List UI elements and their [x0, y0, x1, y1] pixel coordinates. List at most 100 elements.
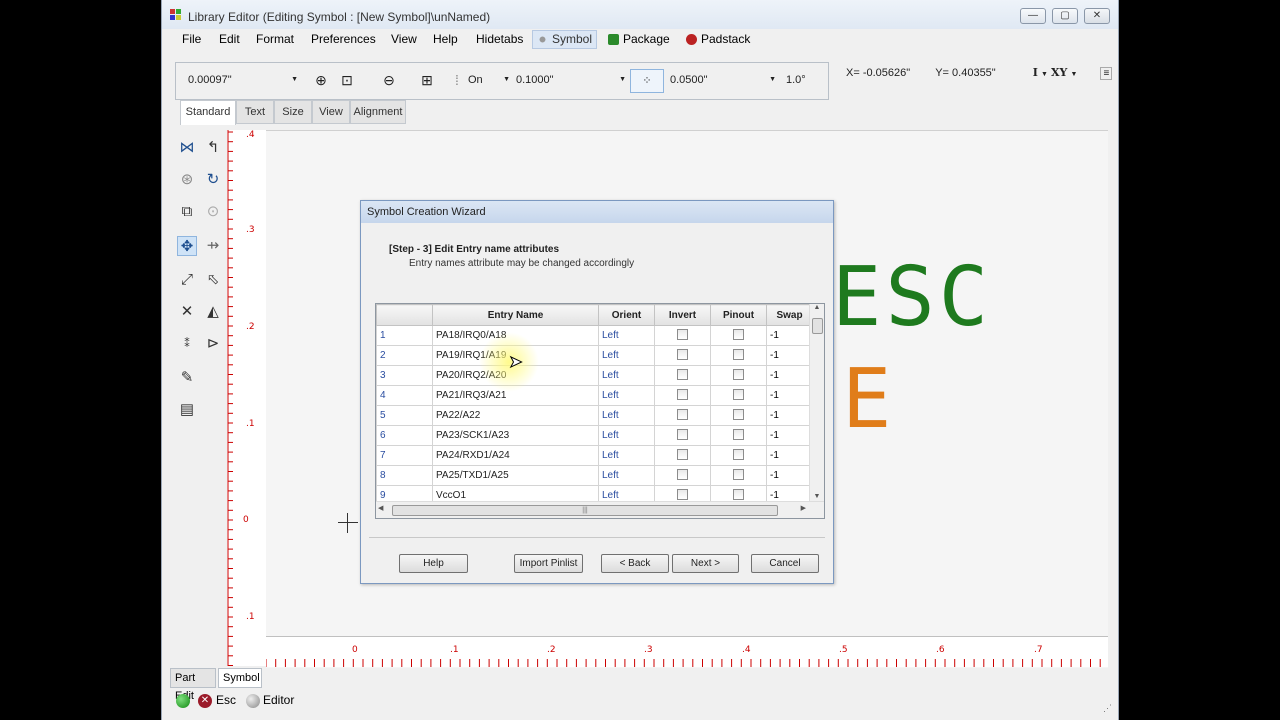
undo-icon[interactable]: ↰ — [203, 138, 223, 158]
pinout-checkbox[interactable] — [733, 348, 744, 360]
ok-icon[interactable] — [176, 694, 190, 708]
copy-area-icon[interactable]: ⊛ — [177, 170, 197, 190]
zoom-in-icon[interactable]: ⊕ — [312, 71, 330, 89]
invert-checkbox[interactable] — [677, 448, 688, 460]
delete-icon[interactable]: ✕ — [177, 302, 197, 322]
tab-size[interactable]: Size — [274, 100, 312, 124]
horizontal-scroll-thumb[interactable]: ||| — [392, 505, 778, 516]
table-row[interactable]: 7 PA24/RXD1/A24 Left -1 — [376, 445, 813, 466]
invert-checkbox[interactable] — [677, 408, 688, 420]
orient-cell[interactable]: Left — [598, 465, 655, 486]
angle-combo[interactable]: 1.0° — [786, 71, 822, 89]
help-button[interactable]: Help — [399, 554, 468, 573]
menu-package[interactable]: Package — [608, 32, 670, 46]
grid-value-combo[interactable]: 0.00097" ▼ — [188, 71, 298, 89]
measure-icon[interactable]: ⇸ — [203, 236, 223, 256]
zoom-out-icon[interactable]: ⊖ — [380, 71, 398, 89]
grid-toggle-icon[interactable]: ⁘ — [630, 69, 664, 93]
table-row[interactable]: 3 PA20/IRQ2/A20 Left -1 — [376, 365, 813, 386]
table-row[interactable]: 4 PA21/IRQ3/A21 Left -1 — [376, 385, 813, 406]
swap-cell[interactable]: -1 — [766, 345, 813, 366]
swap-cell[interactable]: -1 — [766, 385, 813, 406]
col-invert[interactable]: Invert — [654, 304, 711, 326]
maximize-button[interactable]: ▢ — [1052, 8, 1078, 24]
menu-format[interactable]: Format — [256, 32, 294, 46]
menu-file[interactable]: File — [182, 32, 201, 46]
table-row[interactable]: 8 PA25/TXD1/A25 Left -1 — [376, 465, 813, 486]
coord-mode1[interactable]: I — [1033, 66, 1038, 79]
esc-label[interactable]: Esc — [216, 693, 236, 707]
orient-cell[interactable]: Left — [598, 425, 655, 446]
cancel-button[interactable]: Cancel — [751, 554, 819, 573]
renumber-icon[interactable]: ⁑ — [177, 334, 197, 354]
menu-help[interactable]: Help — [433, 32, 458, 46]
duplicate-icon[interactable]: ⧉ — [177, 202, 197, 222]
orient-cell[interactable]: Left — [598, 325, 655, 346]
move-icon[interactable]: ✥ — [177, 236, 197, 256]
editor-label[interactable]: Editor — [263, 693, 294, 707]
table-row[interactable]: 1 PA18/IRQ0/A18 Left -1 — [376, 325, 813, 346]
tab-view[interactable]: View — [312, 100, 350, 124]
esc-icon[interactable]: ✕ — [198, 694, 212, 708]
pinout-checkbox[interactable] — [733, 488, 744, 500]
pinout-checkbox[interactable] — [733, 328, 744, 340]
menu-padstack[interactable]: Padstack — [686, 32, 750, 46]
swap-cell[interactable]: -1 — [766, 405, 813, 426]
col-orient[interactable]: Orient — [598, 304, 655, 326]
table-row[interactable]: 5 PA22/A22 Left -1 — [376, 405, 813, 426]
back-button[interactable]: < Back — [601, 554, 669, 573]
editor-icon[interactable] — [246, 694, 260, 708]
tab-alignment[interactable]: Alignment — [350, 100, 406, 124]
pinout-checkbox[interactable] — [733, 468, 744, 480]
invert-checkbox[interactable] — [677, 328, 688, 340]
invert-checkbox[interactable] — [677, 388, 688, 400]
pinout-checkbox[interactable] — [733, 428, 744, 440]
menu-edit[interactable]: Edit — [219, 32, 240, 46]
invert-checkbox[interactable] — [677, 468, 688, 480]
col-entry-name[interactable]: Entry Name — [432, 304, 599, 326]
scroll-left-icon[interactable]: ◀ — [378, 504, 383, 512]
col-swap[interactable]: Swap — [766, 304, 813, 326]
flip-icon[interactable]: ⊳ — [203, 334, 223, 354]
col-pinout[interactable]: Pinout — [710, 304, 767, 326]
menu-view[interactable]: View — [391, 32, 417, 46]
swap-cell[interactable]: -1 — [766, 445, 813, 466]
invert-checkbox[interactable] — [677, 428, 688, 440]
close-button[interactable]: ✕ — [1084, 8, 1110, 24]
orient-cell[interactable]: Left — [598, 445, 655, 466]
orient-cell[interactable]: Left — [598, 385, 655, 406]
vertical-scroll-thumb[interactable] — [812, 318, 823, 334]
snap-value-combo[interactable]: 0.1000" ▼ — [516, 71, 626, 89]
grid-vertical-scrollbar[interactable]: ▲ ▼ — [809, 304, 824, 502]
minimize-button[interactable]: — — [1020, 8, 1046, 24]
scroll-down-icon[interactable]: ▼ — [810, 493, 824, 500]
mirror-icon[interactable]: ◭ — [203, 302, 223, 322]
grid-horizontal-scrollbar[interactable]: ◀ ||| ▶ — [376, 501, 824, 518]
snap-state-combo[interactable]: On ▼ — [468, 71, 510, 89]
tab-part-edit[interactable]: Part Edit — [170, 668, 216, 702]
zoom-fit-icon[interactable]: ⊡ — [338, 71, 356, 89]
orient-cell[interactable]: Left — [598, 345, 655, 366]
invert-checkbox[interactable] — [677, 368, 688, 380]
tab-standard[interactable]: Standard — [180, 100, 236, 125]
rotate-icon[interactable]: ↻ — [203, 170, 223, 190]
properties-icon[interactable]: ✎ — [177, 368, 197, 388]
next-button[interactable]: Next > — [672, 554, 739, 573]
scroll-right-icon[interactable]: ▶ — [801, 504, 806, 512]
pinout-checkbox[interactable] — [733, 448, 744, 460]
swap-cell[interactable]: -1 — [766, 365, 813, 386]
swap-cell[interactable]: -1 — [766, 325, 813, 346]
swap-cell[interactable]: -1 — [766, 425, 813, 446]
zoom-area-icon[interactable]: ⊞ — [418, 71, 436, 89]
scroll-up-icon[interactable]: ▲ — [810, 304, 824, 311]
table-row[interactable]: 2 PA19/IRQ1/A19 Left -1 — [376, 345, 813, 366]
menu-symbol[interactable]: Symbol — [532, 30, 598, 49]
resize-icon[interactable]: ⤢ — [177, 270, 197, 290]
entry-name-cell[interactable]: PA25/TXD1/A25 — [432, 465, 599, 486]
resize-grip-icon[interactable]: ⋰ — [1103, 703, 1112, 714]
invert-checkbox[interactable] — [677, 348, 688, 360]
import-pinlist-button[interactable]: Import Pinlist — [514, 554, 583, 573]
tab-text[interactable]: Text — [236, 100, 274, 124]
pinout-checkbox[interactable] — [733, 368, 744, 380]
pinout-checkbox[interactable] — [733, 408, 744, 420]
